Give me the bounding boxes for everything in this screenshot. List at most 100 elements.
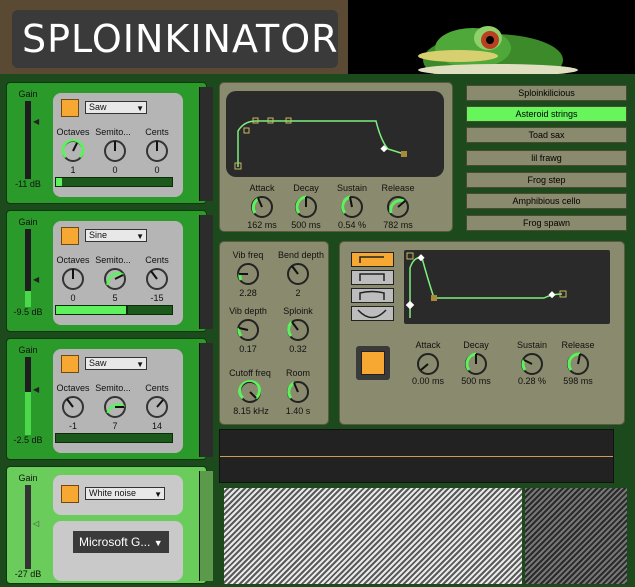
semitones-value: 0	[112, 165, 118, 175]
sustain-knob[interactable]	[520, 352, 544, 376]
bend-depth-knob[interactable]	[286, 262, 310, 286]
envelope-2-display[interactable]	[404, 250, 610, 324]
cents-value: -15	[150, 293, 164, 303]
noise-type-select[interactable]: White noise ▼	[85, 487, 165, 500]
level-bar[interactable]	[55, 305, 173, 315]
release-knob[interactable]	[566, 352, 590, 376]
vib-freq-value: 2.28	[239, 288, 257, 298]
cents-label: Cents	[145, 255, 169, 265]
octaves-knob[interactable]	[61, 395, 85, 419]
room-knob[interactable]	[286, 380, 310, 404]
header: SPLOINKINATOR	[0, 0, 348, 74]
attack-knob[interactable]	[416, 352, 440, 376]
semitones-label: Semito...	[95, 383, 131, 393]
frog-image	[348, 0, 635, 74]
scroll-strip[interactable]	[199, 215, 213, 329]
gain-arrow-icon: ◁	[33, 519, 40, 528]
octaves-label: Octaves	[56, 127, 90, 137]
shape-button-1[interactable]	[351, 252, 394, 267]
attack-knob[interactable]	[250, 195, 274, 219]
chevron-down-icon: ▼	[153, 538, 163, 548]
gain-slider[interactable]	[25, 101, 31, 179]
cents-value: 14	[151, 421, 162, 431]
sustain-knob[interactable]	[340, 195, 364, 219]
decay-knob[interactable]	[294, 195, 318, 219]
scroll-strip[interactable]	[199, 87, 213, 201]
osc-color-button[interactable]	[61, 355, 79, 373]
level-bar[interactable]	[55, 433, 173, 443]
oscillator-controls: Sine ▼ Octaves Semito... Cents 0 5 -15	[53, 221, 183, 325]
preset-item[interactable]: Frog spawn	[466, 215, 627, 231]
oscillator-3: Gain ◀ -2.5 dB Saw ▼ Octaves Semito... Ce…	[6, 338, 213, 460]
trigger-button[interactable]	[356, 346, 390, 380]
preset-item[interactable]: lil frawg	[466, 150, 627, 166]
preset-item[interactable]: Toad sax	[466, 127, 627, 143]
octaves-knob[interactable]	[61, 139, 85, 163]
octaves-label: Octaves	[56, 255, 90, 265]
cents-knob[interactable]	[145, 267, 169, 291]
attack-value: 162 ms	[247, 220, 277, 230]
app-title: SPLOINKINATOR	[12, 10, 338, 68]
envelope-1-display[interactable]	[226, 91, 444, 177]
osc-color-button[interactable]	[61, 485, 79, 503]
semitones-knob[interactable]	[103, 267, 127, 291]
scroll-strip[interactable]	[199, 343, 213, 457]
preset-item-active[interactable]: Asteroid strings	[466, 106, 627, 122]
cutoff-label: Cutoff freq	[229, 368, 271, 378]
vib-freq-knob[interactable]	[236, 262, 260, 286]
release-knob[interactable]	[386, 195, 410, 219]
release-value: 598 ms	[563, 376, 593, 386]
vib-depth-knob[interactable]	[236, 318, 260, 342]
scroll-strip[interactable]	[199, 471, 213, 581]
oscillator-1: Gain ◀ -11 dB Saw ▼ Octaves Semito... Cen…	[6, 82, 213, 204]
envelope-2-panel: Attack Decay Sustain Release 0.00 ms 500…	[339, 241, 625, 425]
decay-knob[interactable]	[464, 352, 488, 376]
chevron-down-icon: ▼	[154, 490, 162, 499]
release-label: Release	[561, 340, 595, 350]
octaves-value: 0	[70, 293, 76, 303]
cents-label: Cents	[145, 127, 169, 137]
shape-button-4[interactable]	[351, 306, 394, 321]
attack-label: Attack	[415, 340, 441, 350]
gain-label: Gain	[18, 217, 38, 227]
gain-slider[interactable]	[25, 229, 31, 307]
semitones-knob[interactable]	[103, 395, 127, 419]
semitones-label: Semito...	[95, 127, 131, 137]
osc-color-button[interactable]	[61, 227, 79, 245]
octaves-knob[interactable]	[61, 267, 85, 291]
osc-color-button[interactable]	[61, 99, 79, 117]
preset-item[interactable]: Frog step	[466, 172, 627, 188]
semitones-knob[interactable]	[103, 139, 127, 163]
cents-value: 0	[154, 165, 160, 175]
attack-value: 0.00 ms	[411, 376, 444, 386]
shape-button-3[interactable]	[351, 288, 394, 303]
decay-label: Decay	[463, 340, 489, 350]
gain-slider[interactable]	[25, 357, 31, 435]
bend-depth-value: 2	[295, 288, 301, 298]
gain-value: -11 dB	[15, 179, 41, 189]
gain-arrow-icon: ◀	[33, 385, 40, 394]
gain-slider[interactable]	[25, 485, 31, 569]
device-select[interactable]: Microsoft G... ▼	[73, 531, 169, 553]
wave-select[interactable]: Saw ▼	[85, 101, 147, 114]
cents-label: Cents	[145, 383, 169, 393]
gain-arrow-icon: ◀	[33, 275, 40, 284]
cents-knob[interactable]	[145, 395, 169, 419]
cents-knob[interactable]	[145, 139, 169, 163]
vib-depth-label: Vib depth	[229, 306, 267, 316]
level-bar[interactable]	[55, 177, 173, 187]
preset-item[interactable]: Amphibious cello	[466, 193, 627, 209]
octaves-value: -1	[68, 421, 77, 431]
cutoff-knob[interactable]	[238, 380, 262, 404]
wave-select[interactable]: Sine ▼	[85, 229, 147, 242]
gain-value: -2.5 dB	[13, 435, 43, 445]
preset-item[interactable]: Sploinkilicious	[466, 85, 627, 101]
gain-value: -9.5 dB	[13, 307, 43, 317]
attack-label: Attack	[249, 183, 275, 193]
gain-value: -27 dB	[14, 569, 42, 579]
shape-button-2[interactable]	[351, 270, 394, 285]
vib-freq-label: Vib freq	[232, 250, 264, 260]
wave-select[interactable]: Saw ▼	[85, 357, 147, 370]
sploink-knob[interactable]	[286, 318, 310, 342]
semitones-value: 7	[112, 421, 118, 431]
